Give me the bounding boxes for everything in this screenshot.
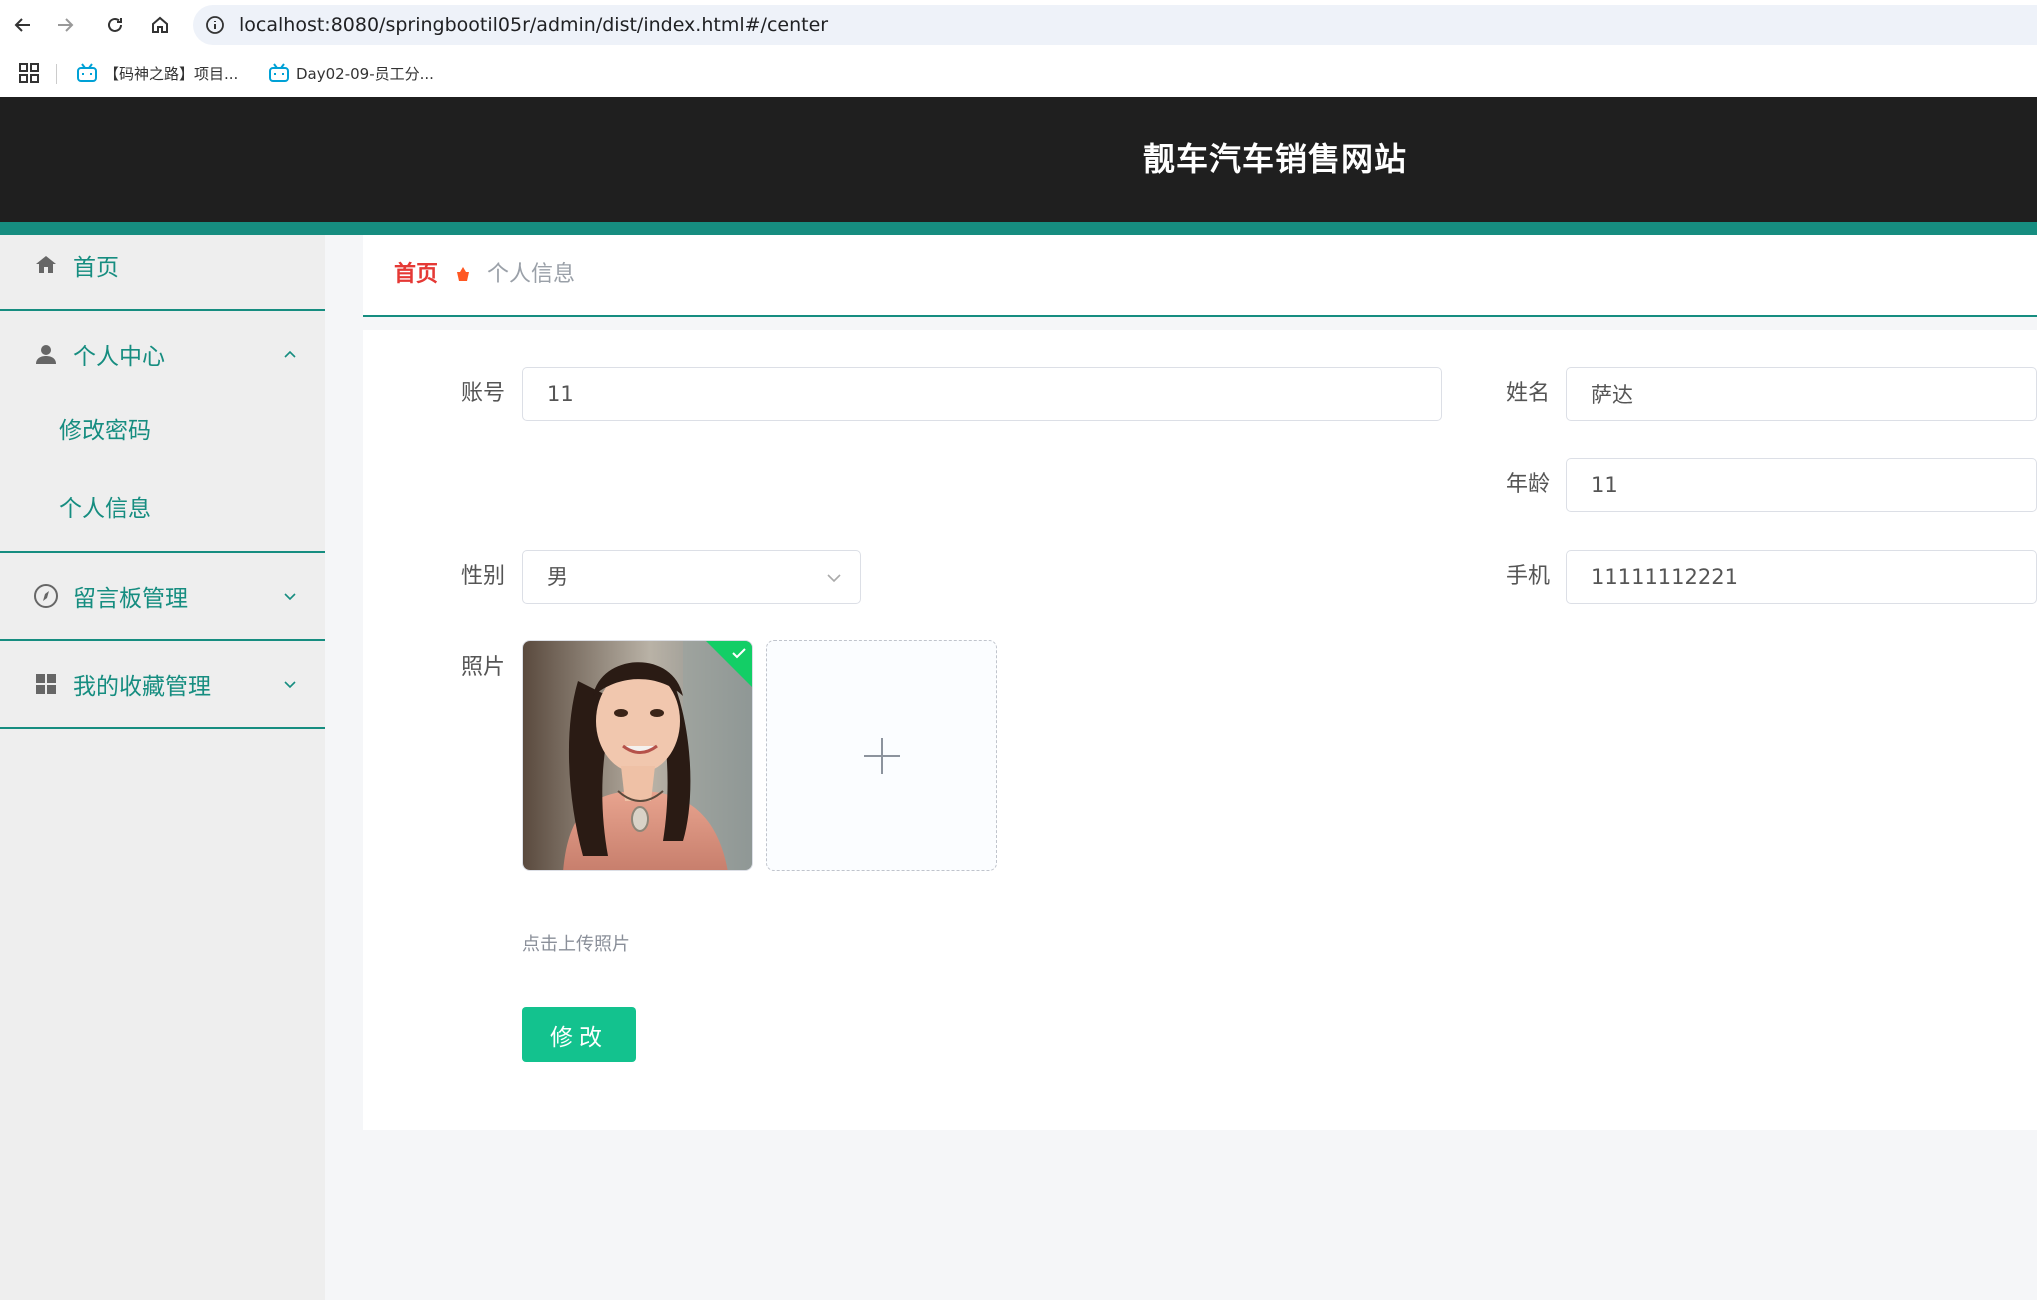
breadcrumb: 首页 个人信息 bbox=[363, 235, 2037, 317]
breadcrumb-home-link[interactable]: 首页 bbox=[394, 235, 438, 315]
check-icon bbox=[732, 648, 746, 659]
sidebar-subitem-personal-info[interactable]: 个人信息 bbox=[0, 479, 325, 539]
back-button[interactable] bbox=[8, 10, 38, 40]
sidebar: 首页 个人中心 修改密码 个人信息 留言板管理 我的收藏管理 bbox=[0, 235, 325, 1300]
home-button[interactable] bbox=[145, 10, 175, 40]
bookmark-item-1[interactable]: 【码神之路】项目... bbox=[76, 58, 238, 88]
account-input[interactable] bbox=[522, 367, 1442, 421]
house-icon bbox=[152, 16, 168, 33]
sidebar-subitem-change-password[interactable]: 修改密码 bbox=[0, 401, 325, 461]
gender-selected-value: 男 bbox=[547, 565, 568, 589]
name-label: 姓名 bbox=[1505, 381, 1550, 406]
chevron-up-icon bbox=[280, 344, 300, 364]
sidebar-item-home[interactable]: 首页 bbox=[0, 235, 325, 311]
sidebar-item-favorites[interactable]: 我的收藏管理 bbox=[0, 641, 325, 729]
app-header: 靓车汽车销售网站 bbox=[0, 97, 2037, 222]
upload-tip: 点击上传照片 bbox=[522, 934, 630, 955]
age-label: 年龄 bbox=[1505, 472, 1550, 497]
sidebar-item-label: 首页 bbox=[73, 255, 119, 281]
account-label: 账号 bbox=[460, 381, 505, 406]
chevron-down-icon bbox=[827, 574, 841, 583]
bookmarks-bar: 【码神之路】项目... Day02-09-员工分... bbox=[0, 50, 2037, 97]
header-accent-stripe bbox=[0, 222, 2037, 235]
apps-grid-icon[interactable] bbox=[18, 62, 40, 84]
sidebar-subitem-label: 修改密码 bbox=[59, 418, 151, 444]
phone-label: 手机 bbox=[1505, 564, 1550, 589]
phone-input[interactable] bbox=[1566, 550, 2037, 604]
sidebar-item-label: 留言板管理 bbox=[73, 586, 188, 612]
bookmark-label: 【码神之路】项目... bbox=[104, 64, 239, 83]
breadcrumb-separator-icon bbox=[457, 267, 469, 281]
sidebar-item-personal-center[interactable]: 个人中心 修改密码 个人信息 bbox=[0, 311, 325, 553]
bookmark-item-2[interactable]: Day02-09-员工分... bbox=[268, 58, 434, 88]
photo-label: 照片 bbox=[460, 655, 505, 680]
sidebar-item-label: 我的收藏管理 bbox=[73, 674, 211, 700]
uploaded-photo-thumbnail[interactable] bbox=[522, 640, 753, 871]
browser-address-bar: localhost:8080/springbootil05r/admin/dis… bbox=[0, 0, 2037, 50]
sidebar-item-label: 个人中心 bbox=[73, 344, 165, 370]
url-text: localhost:8080/springbootil05r/admin/dis… bbox=[239, 14, 829, 36]
breadcrumb-current: 个人信息 bbox=[487, 262, 576, 287]
sidebar-subitem-label: 个人信息 bbox=[59, 496, 151, 522]
bookmark-label: Day02-09-员工分... bbox=[296, 64, 434, 83]
bilibili-icon bbox=[77, 63, 97, 82]
home-icon bbox=[33, 252, 59, 278]
plus-icon bbox=[863, 737, 900, 774]
chevron-down-icon bbox=[280, 586, 300, 606]
reload-button[interactable] bbox=[100, 10, 130, 40]
url-field[interactable]: localhost:8080/springbootil05r/admin/dis… bbox=[193, 5, 2037, 45]
photo-upload-button[interactable] bbox=[766, 640, 997, 871]
site-info-icon[interactable] bbox=[203, 13, 227, 37]
reload-icon bbox=[108, 17, 122, 32]
grid-icon bbox=[33, 671, 59, 697]
chevron-down-icon bbox=[280, 674, 300, 694]
name-input[interactable] bbox=[1566, 367, 2037, 421]
site-title: 靓车汽车销售网站 bbox=[1142, 140, 1407, 178]
forward-button[interactable] bbox=[50, 10, 80, 40]
user-icon bbox=[33, 341, 59, 367]
gender-select[interactable]: 男 bbox=[522, 550, 861, 604]
bookmark-separator bbox=[56, 64, 57, 84]
gender-label: 性别 bbox=[460, 564, 505, 589]
sidebar-item-message-board[interactable]: 留言板管理 bbox=[0, 553, 325, 641]
update-button[interactable]: 修改 bbox=[522, 1007, 636, 1062]
age-input[interactable] bbox=[1566, 458, 2037, 512]
bilibili-icon bbox=[269, 63, 289, 82]
arrow-right-icon bbox=[58, 18, 74, 32]
compass-icon bbox=[33, 583, 59, 609]
arrow-left-icon bbox=[14, 18, 30, 32]
